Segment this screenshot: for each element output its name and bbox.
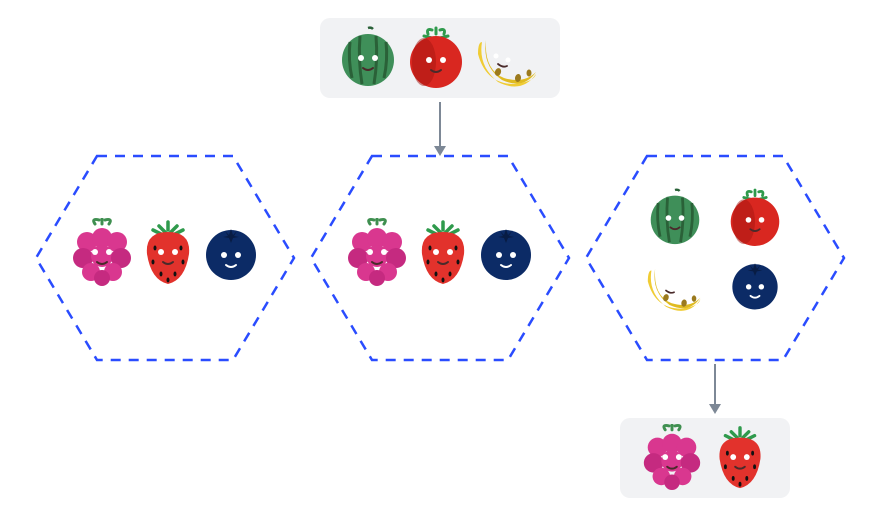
- raspberry-icon: [71, 218, 133, 288]
- tomato-icon: [727, 188, 783, 248]
- arrow-right-to-output: [705, 362, 725, 418]
- arrow-input-to-center: [430, 100, 450, 160]
- blueberry-icon: [203, 221, 259, 285]
- hex-right-content: [640, 188, 790, 314]
- banana-icon: [474, 26, 542, 90]
- banana-icon: [644, 256, 706, 314]
- blueberry-icon: [478, 221, 534, 285]
- hex-left-content: [68, 218, 262, 288]
- strawberry-icon: [139, 218, 197, 288]
- hex-center-content: [343, 218, 537, 288]
- watermelon-icon: [647, 188, 703, 248]
- strawberry-icon: [711, 424, 769, 492]
- raspberry-icon: [641, 424, 703, 492]
- input-fruit-box: [320, 18, 560, 98]
- output-fruit-box: [620, 418, 790, 498]
- strawberry-icon: [414, 218, 472, 288]
- raspberry-icon: [346, 218, 408, 288]
- blueberry-icon: [729, 256, 781, 314]
- watermelon-icon: [338, 26, 398, 90]
- tomato-icon: [406, 26, 466, 90]
